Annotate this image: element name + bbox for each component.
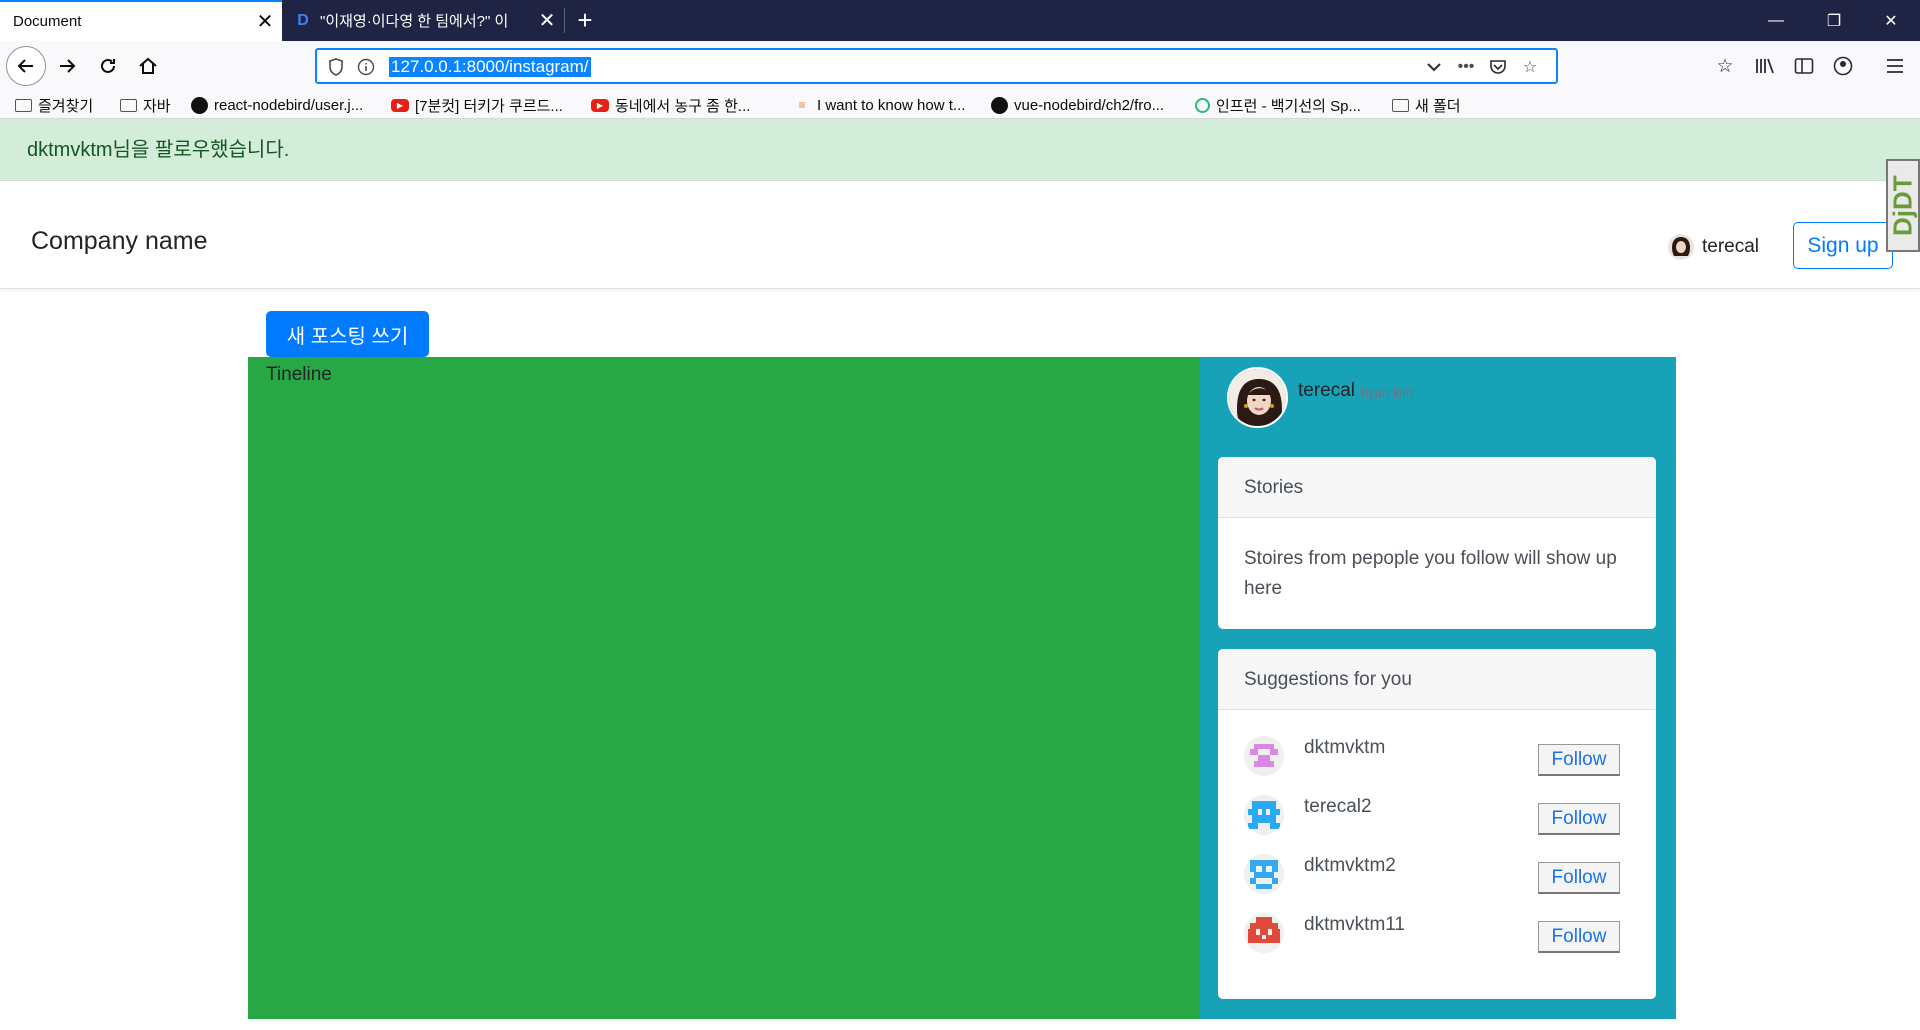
github-icon	[191, 96, 208, 114]
restore-button[interactable]: ❐	[1805, 0, 1863, 41]
follow-button[interactable]: Follow	[1538, 744, 1620, 776]
info-icon[interactable]	[354, 55, 378, 79]
suggestions-card: Suggestions for you dktmvktm Follow tere…	[1218, 649, 1656, 999]
hamburger-menu-icon[interactable]	[1882, 53, 1908, 79]
bookmark-label: 자바	[143, 97, 171, 115]
suggestion-item: terecal2 Follow	[1218, 791, 1656, 850]
bookmark-label: 즐겨찾기	[38, 97, 94, 115]
url-bar[interactable]: 127.0.0.1:8000/instagram/ ••• ☆	[315, 48, 1558, 84]
url-text[interactable]: 127.0.0.1:8000/instagram/	[389, 57, 591, 77]
bookmark-item[interactable]: ≡ I want to know how t...	[793, 94, 965, 116]
forward-icon[interactable]	[47, 46, 87, 86]
bookmark-item[interactable]: ▶ [7분컷] 터키가 쿠르드...	[391, 94, 563, 116]
suggestion-username[interactable]: dktmvktm	[1304, 737, 1385, 759]
avatar[interactable]	[1244, 913, 1284, 953]
site-header: Company name terecal Sign up	[0, 181, 1920, 289]
chevron-down-icon[interactable]	[1422, 55, 1446, 79]
tab-divider	[564, 8, 565, 33]
bookmark-label: [7분컷] 터키가 쿠르드...	[415, 97, 563, 115]
browser-navbar: 127.0.0.1:8000/instagram/ ••• ☆ ☆	[0, 41, 1920, 91]
suggestion-username[interactable]: dktmvktm2	[1304, 855, 1396, 877]
folder-icon	[15, 98, 32, 112]
bookmarks-menu-icon[interactable]: ☆	[1712, 53, 1738, 79]
tab-title: "이재영·이다영 한 팀에서?" 이	[320, 13, 509, 30]
avatar[interactable]	[1244, 736, 1284, 776]
signup-button[interactable]: Sign up	[1793, 222, 1893, 269]
bookmark-item[interactable]: 새 폴더	[1392, 94, 1461, 116]
bookmark-star-icon[interactable]: ☆	[1518, 55, 1542, 79]
tab-title: Document	[13, 13, 82, 30]
timeline-title: Tineline	[266, 364, 332, 385]
stories-empty-text: Stoires from pepople you follow will sho…	[1244, 548, 1617, 599]
tab-news[interactable]: D "이재영·이다영 한 팀에서?" 이 ✕	[282, 0, 564, 41]
bookmark-label: 동네에서 농구 좀 한...	[615, 97, 751, 115]
follow-button[interactable]: Follow	[1538, 921, 1620, 953]
follow-button[interactable]: Follow	[1538, 803, 1620, 835]
bookmarks-bar: 즐겨찾기 자바 react-nodebird/user.j... ▶ [7분컷]…	[0, 91, 1920, 119]
suggestions-list: dktmvktm Follow terecal2 Follow dktmvktm…	[1218, 710, 1656, 968]
daum-favicon-icon: D	[297, 11, 309, 29]
bookmark-item[interactable]: 자바	[120, 94, 171, 116]
folder-icon	[1392, 98, 1409, 112]
bookmark-item[interactable]: ▶ 동네에서 농구 좀 한...	[591, 94, 750, 116]
sidebar-toggle-icon[interactable]	[1791, 53, 1817, 79]
new-post-button[interactable]: 새 포스팅 쓰기	[266, 311, 429, 357]
sidebar-panel: terecal hyun kim Stories Stoires from pe…	[1200, 357, 1676, 1019]
minimize-button[interactable]: —	[1747, 0, 1805, 41]
bookmark-label: react-nodebird/user.j...	[214, 96, 364, 114]
profile-username[interactable]: terecal	[1298, 380, 1355, 402]
github-icon	[991, 96, 1008, 114]
bookmark-label: vue-nodebird/ch2/fro...	[1014, 96, 1165, 114]
stackoverflow-icon: ≡	[798, 98, 806, 112]
profile-summary: terecal hyun kim	[1227, 367, 1413, 428]
window-close-button[interactable]: ✕	[1862, 0, 1920, 41]
brand-name[interactable]: Company name	[31, 227, 207, 256]
suggestion-username[interactable]: terecal2	[1304, 796, 1372, 818]
new-tab-button[interactable]: +	[568, 0, 602, 41]
suggestions-header: Suggestions for you	[1218, 649, 1656, 710]
profile-fullname: hyun kim	[1361, 385, 1414, 400]
browser-tab-strip: Document ✕ D "이재영·이다영 한 팀에서?" 이 ✕ + — ❐ …	[0, 0, 1920, 41]
bookmark-label: I want to know how t...	[817, 96, 966, 114]
close-icon[interactable]: ✕	[248, 1, 282, 42]
bookmark-item[interactable]: react-nodebird/user.j...	[191, 94, 363, 116]
bookmark-item[interactable]: 인프런 - 백기선의 Sp...	[1195, 94, 1361, 116]
suggestion-item: dktmvktm Follow	[1218, 732, 1656, 791]
follow-success-alert: dktmvktm님을 팔로우했습니다.	[0, 119, 1920, 181]
avatar[interactable]	[1244, 854, 1284, 894]
reload-icon[interactable]	[88, 46, 128, 86]
avatar[interactable]	[1244, 795, 1284, 835]
suggestion-item: dktmvktm2 Follow	[1218, 850, 1656, 909]
avatar[interactable]	[1227, 367, 1288, 428]
inflearn-icon	[1195, 97, 1210, 113]
tab-document[interactable]: Document ✕	[0, 0, 282, 41]
pocket-icon[interactable]	[1486, 55, 1510, 79]
account-icon[interactable]	[1830, 53, 1856, 79]
shield-icon[interactable]	[324, 55, 348, 79]
bookmark-label: 새 폴더	[1415, 97, 1461, 115]
timeline-panel: Tineline	[248, 357, 1200, 1019]
stories-card: Stories Stoires from pepople you follow …	[1218, 457, 1656, 629]
bookmark-item[interactable]: vue-nodebird/ch2/fro...	[991, 94, 1164, 116]
back-icon[interactable]	[6, 46, 46, 86]
header-username: terecal	[1702, 236, 1760, 257]
suggestion-item: dktmvktm11 Follow	[1218, 909, 1656, 968]
youtube-icon: ▶	[391, 98, 409, 112]
library-icon[interactable]	[1752, 53, 1778, 79]
avatar	[1668, 234, 1694, 260]
home-icon[interactable]	[128, 46, 168, 86]
close-icon[interactable]: ✕	[530, 0, 564, 41]
youtube-icon: ▶	[591, 98, 609, 112]
folder-icon	[120, 98, 137, 112]
stories-header: Stories	[1218, 457, 1656, 518]
debug-toolbar-handle[interactable]: DjDT	[1886, 159, 1920, 252]
user-nav-link[interactable]: terecal	[1668, 234, 1759, 260]
follow-button[interactable]: Follow	[1538, 862, 1620, 894]
more-actions-icon[interactable]: •••	[1454, 55, 1478, 79]
bookmark-label: 인프런 - 백기선의 Sp...	[1216, 97, 1361, 115]
bookmark-item[interactable]: 즐겨찾기	[15, 94, 93, 116]
suggestion-username[interactable]: dktmvktm11	[1304, 914, 1405, 936]
